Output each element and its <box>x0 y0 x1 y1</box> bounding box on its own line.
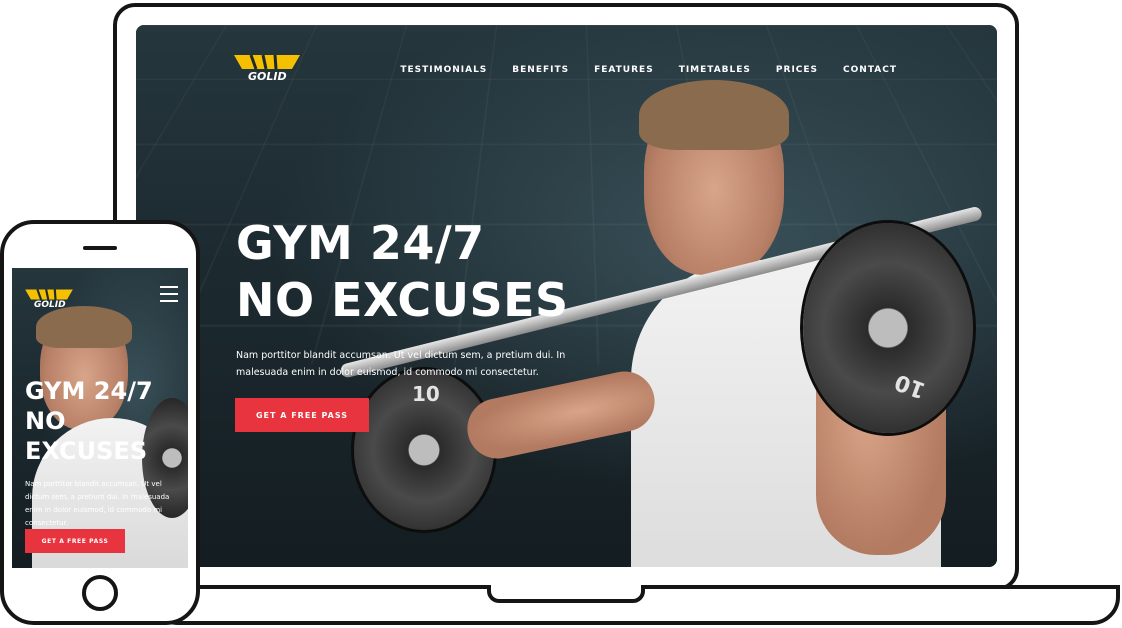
mobile-athlete-hair <box>36 306 132 348</box>
mobile-logo-wordmark: GOLID <box>34 300 66 310</box>
brand-logo[interactable]: GOLID <box>234 53 300 83</box>
golid-logo-icon <box>234 54 300 70</box>
hero-title-line2: NO EXCUSES <box>236 273 569 327</box>
hero-title: GYM 24/7 NO EXCUSES <box>236 215 569 329</box>
hamburger-menu-icon[interactable] <box>160 286 178 302</box>
free-pass-button[interactable]: GET A FREE PASS <box>235 398 369 432</box>
hero-title-line1: GYM 24/7 <box>236 216 485 270</box>
nav-item-contact[interactable]: CONTACT <box>843 65 897 75</box>
mobile-hero-title: GYM 24/7 NO EXCUSES <box>25 376 153 466</box>
mobile-website: GOLID GYM 24/7 NO EXCUSES Nam porttitor … <box>12 268 188 568</box>
desktop-website: 10 10 GOLID TESTIMONIALS BENEFITS FEATUR… <box>136 25 997 567</box>
phone-home-button <box>82 575 118 611</box>
nav-item-prices[interactable]: PRICES <box>776 65 818 75</box>
mobile-hero-title-line2: NO <box>25 407 66 435</box>
mobile-brand-logo[interactable]: GOLID <box>24 288 74 310</box>
main-nav: TESTIMONIALS BENEFITS FEATURES TIMETABLE… <box>400 65 897 75</box>
nav-item-features[interactable]: FEATURES <box>594 65 654 75</box>
mobile-hero-title-line1: GYM 24/7 <box>25 377 153 405</box>
site-overlay: GOLID TESTIMONIALS BENEFITS FEATURES TIM… <box>136 25 997 567</box>
mobile-hero-description: Nam porttitor blandit accumsan. Ut vel d… <box>25 480 170 527</box>
phone-speaker <box>83 246 117 250</box>
hero-description: Nam porttitor blandit accumsan. Ut vel d… <box>236 350 566 378</box>
mobile-hero-title-line3: EXCUSES <box>25 437 148 465</box>
mobile-free-pass-button[interactable]: GET A FREE PASS <box>25 529 125 553</box>
laptop-notch <box>487 585 645 603</box>
nav-item-testimonials[interactable]: TESTIMONIALS <box>400 65 487 75</box>
logo-wordmark: GOLID <box>248 70 287 83</box>
nav-item-benefits[interactable]: BENEFITS <box>512 65 569 75</box>
nav-item-timetables[interactable]: TIMETABLES <box>679 65 751 75</box>
